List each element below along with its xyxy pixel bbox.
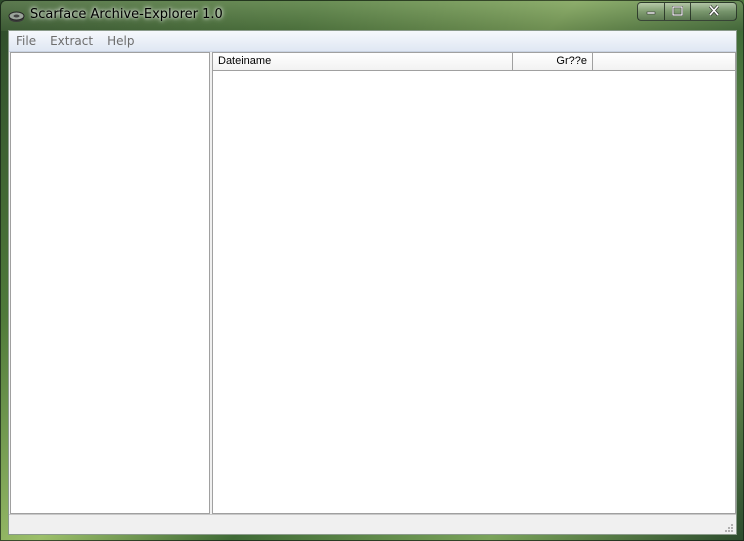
menu-file[interactable]: File	[9, 31, 43, 51]
resize-grip-icon[interactable]	[722, 520, 734, 532]
minimize-icon	[646, 3, 656, 21]
app-window: Scarface Archive-Explorer 1.0 File Extra…	[0, 0, 744, 541]
title-bar[interactable]: Scarface Archive-Explorer 1.0	[1, 1, 743, 31]
client-area: File Extract Help Dateiname Gr??e	[8, 30, 737, 535]
maximize-icon	[671, 3, 684, 21]
minimize-button[interactable]	[637, 2, 664, 21]
close-icon	[708, 3, 720, 21]
caption-buttons	[637, 2, 737, 21]
archive-tree-view[interactable]	[10, 52, 210, 514]
archive-app-icon	[8, 9, 25, 23]
menu-bar: File Extract Help	[9, 31, 736, 52]
maximize-button[interactable]	[664, 2, 690, 21]
column-header-filename[interactable]: Dateiname	[213, 53, 513, 70]
file-list-view[interactable]: Dateiname Gr??e	[212, 52, 736, 514]
column-header-size[interactable]: Gr??e	[513, 53, 593, 70]
close-button[interactable]	[690, 2, 737, 21]
menu-help[interactable]: Help	[100, 31, 141, 51]
list-header: Dateiname Gr??e	[213, 53, 735, 71]
column-header-filler	[593, 53, 735, 70]
status-bar	[9, 514, 736, 534]
window-title: Scarface Archive-Explorer 1.0	[30, 7, 223, 22]
menu-extract[interactable]: Extract	[43, 31, 100, 51]
